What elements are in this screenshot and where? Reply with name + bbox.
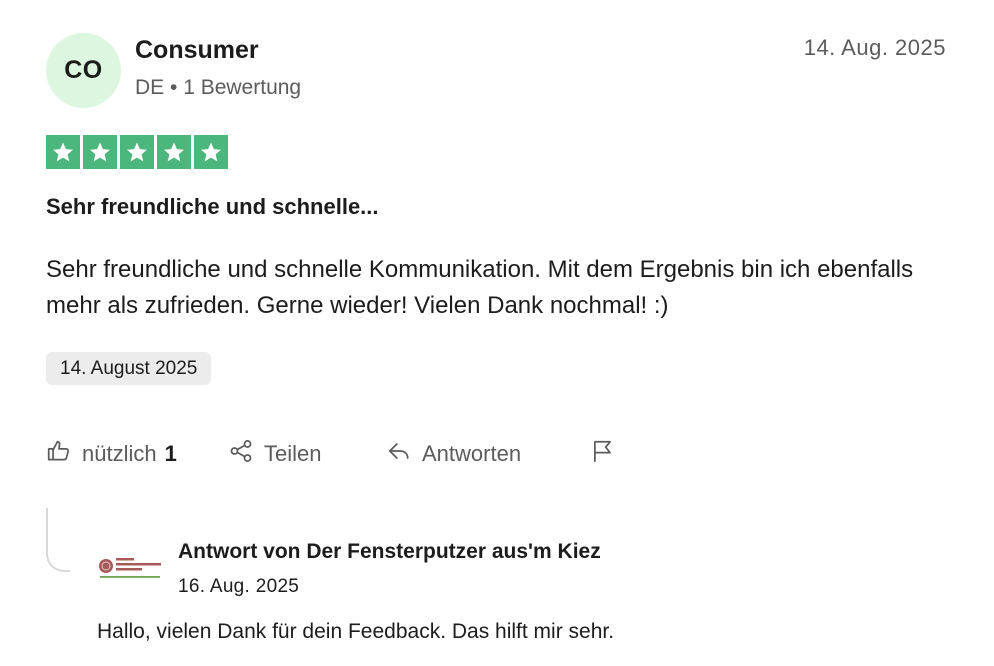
report-button[interactable] [590,436,616,472]
reply-text: Hallo, vielen Dank für dein Feedback. Da… [97,620,615,643]
reply-label: Antworten [422,441,522,466]
review-title[interactable]: Sehr freundliche und schnelle... [46,194,379,220]
star-icon [194,135,228,169]
review-text: Sehr freundliche und schnelle Kommunikat… [46,256,914,319]
thumbs-up-icon [46,438,72,470]
author-name[interactable]: Consumer [135,36,259,65]
author-meta: DE • 1 Bewertung [135,76,302,99]
reply-button[interactable]: Antworten [386,436,521,472]
star-rating [46,135,228,169]
reply-connector-line [46,508,70,572]
review-date: 14. Aug. 2025 [803,35,946,60]
useful-count: 1 [164,441,177,466]
share-label: Teilen [264,441,322,466]
reply-title: Antwort von Der Fensterputzer aus'm Kiez [178,540,601,563]
share-icon [228,438,254,470]
star-icon [46,135,80,169]
star-icon [120,135,154,169]
share-button[interactable]: Teilen [228,436,321,472]
flag-icon [590,438,616,470]
star-icon [157,135,191,169]
useful-label: nützlich [82,441,157,466]
experience-date-badge: 14. August 2025 [46,352,212,385]
company-logo[interactable] [97,555,163,581]
reply-icon [386,438,412,470]
star-icon [83,135,117,169]
avatar[interactable]: CO [46,33,121,108]
reply-date: 16. Aug. 2025 [178,576,300,597]
useful-button[interactable]: nützlich 1 [46,436,177,472]
review-card: CO Consumer DE • 1 Bewertung 14. Aug. 20… [0,0,994,666]
